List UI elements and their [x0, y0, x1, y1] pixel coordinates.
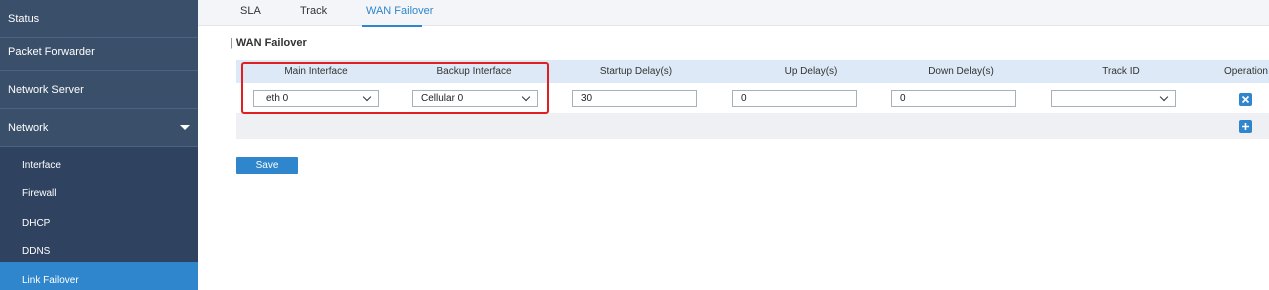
section-title-text: WAN Failover [235, 37, 307, 49]
caret-down-icon [180, 125, 190, 130]
sidebar-item-label: Packet Forwarder [8, 46, 95, 58]
delete-row-button[interactable] [1239, 93, 1252, 106]
sidebar-item-network[interactable]: Network [0, 109, 198, 147]
highlight-box [241, 62, 549, 114]
sidebar-item-label: DHCP [22, 218, 51, 229]
column-header-up-delay: Up Delay(s) [784, 66, 838, 77]
sidebar-item-label: Status [8, 13, 40, 25]
active-tab-indicator [362, 25, 422, 27]
sidebar-item-label: Network Server [8, 84, 84, 96]
tab-wan-failover[interactable]: WAN Failover [366, 0, 433, 26]
track-id-select[interactable] [1051, 90, 1176, 107]
tab-sla[interactable]: SLA [240, 0, 261, 26]
chevron-down-icon [1159, 92, 1169, 102]
down-delay-input[interactable]: 0 [891, 90, 1016, 107]
column-header-operation: Operation [1224, 66, 1268, 77]
column-header-down-delay: Down Delay(s) [928, 66, 994, 77]
sidebar-item-label: Interface [22, 160, 61, 171]
add-row-button[interactable] [1239, 120, 1252, 133]
sidebar-item-link-failover[interactable]: Link Failover [0, 262, 198, 290]
save-button[interactable]: Save [236, 157, 298, 174]
tab-bar: SLA Track WAN Failover [198, 0, 1269, 27]
sidebar-item-packet-forwarder[interactable]: Packet Forwarder [0, 33, 198, 71]
sidebar-item-label: Network [8, 122, 49, 134]
column-header-track-id: Track ID [1102, 66, 1140, 77]
app-window: Status Packet Forwarder Network Server N… [0, 0, 1269, 290]
startup-delay-input[interactable]: 30 [572, 90, 697, 107]
section-title: WAN Failover [230, 37, 307, 49]
column-header-startup-delay: Startup Delay(s) [599, 66, 673, 77]
sidebar: Status Packet Forwarder Network Server N… [0, 0, 198, 290]
sidebar-item-label: Firewall [22, 188, 57, 199]
sidebar-item-label: DDNS [22, 246, 51, 257]
close-icon [1241, 95, 1250, 104]
add-row [236, 113, 1269, 139]
sidebar-item-label: Link Failover [22, 275, 79, 286]
plus-icon [1242, 123, 1249, 130]
sidebar-item-network-server[interactable]: Network Server [0, 71, 198, 109]
tab-track[interactable]: Track [300, 0, 327, 26]
up-delay-input[interactable]: 0 [732, 90, 857, 107]
